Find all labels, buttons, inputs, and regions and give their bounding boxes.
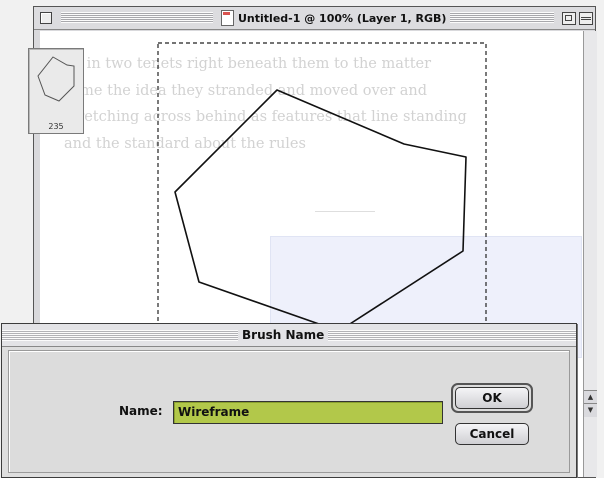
scroll-up-arrow-icon[interactable]: ▲: [584, 390, 597, 404]
titlebar-stripes-left: [61, 12, 213, 23]
scroll-down-arrow-icon[interactable]: ▼: [584, 403, 597, 417]
document-icon: [221, 10, 234, 26]
close-box-icon[interactable]: [40, 12, 52, 24]
cancel-button[interactable]: Cancel: [455, 423, 529, 445]
collapse-box-icon[interactable]: [579, 12, 593, 25]
ok-button[interactable]: OK: [455, 387, 529, 409]
vertical-scrollbar[interactable]: ▲ ▼: [583, 31, 597, 477]
name-label: Name:: [119, 404, 163, 418]
window-title-text: Untitled-1 @ 100% (Layer 1, RGB): [238, 11, 447, 25]
name-field[interactable]: Wireframe: [173, 401, 443, 424]
zoom-box-icon[interactable]: [562, 12, 576, 25]
titlebar-stripes-right: [442, 12, 554, 23]
window-title: Untitled-1 @ 100% (Layer 1, RGB): [217, 9, 451, 27]
dialog-titlebar[interactable]: Brush Name: [2, 324, 576, 347]
wireframe-polygon: [174, 89, 467, 332]
brush-preview-icon: [37, 56, 75, 102]
name-field-value: Wireframe: [178, 405, 250, 419]
brush-size-label: 235: [48, 122, 64, 131]
brush-preview: 235: [28, 48, 84, 134]
window-titlebar[interactable]: Untitled-1 @ 100% (Layer 1, RGB): [34, 7, 595, 30]
dialog-title: Brush Name: [238, 326, 329, 344]
